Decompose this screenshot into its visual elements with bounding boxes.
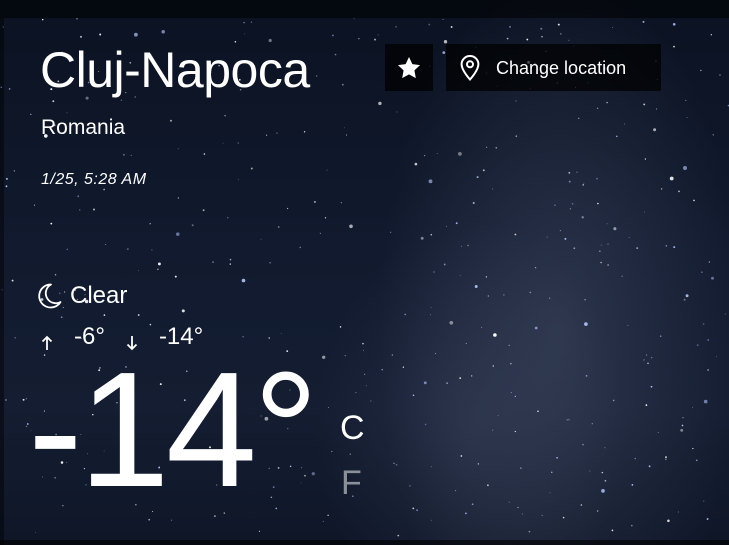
condition-label: Clear [70,282,128,309]
celsius-toggle[interactable]: C [340,408,365,448]
star-icon [397,56,421,78]
map-pin-icon [458,54,482,82]
country-name: Romania [41,116,126,139]
local-datetime: 1/25, 5:28 AM [41,171,147,188]
change-location-label: Change location [496,57,627,78]
weather-condition: Clear [33,280,127,312]
top-bar [0,0,729,18]
favorite-button[interactable] [385,44,433,91]
bottom-bar [0,540,729,545]
moon-icon [33,280,65,312]
change-location-button[interactable]: Change location [446,44,661,91]
left-edge [0,18,4,545]
weather-screen: Cluj-Napoca Romania 1/25, 5:28 AM Change… [0,0,729,545]
current-temperature: -14° [28,338,319,521]
city-name: Cluj-Napoca [40,42,310,98]
fahrenheit-toggle[interactable]: F [341,463,362,503]
